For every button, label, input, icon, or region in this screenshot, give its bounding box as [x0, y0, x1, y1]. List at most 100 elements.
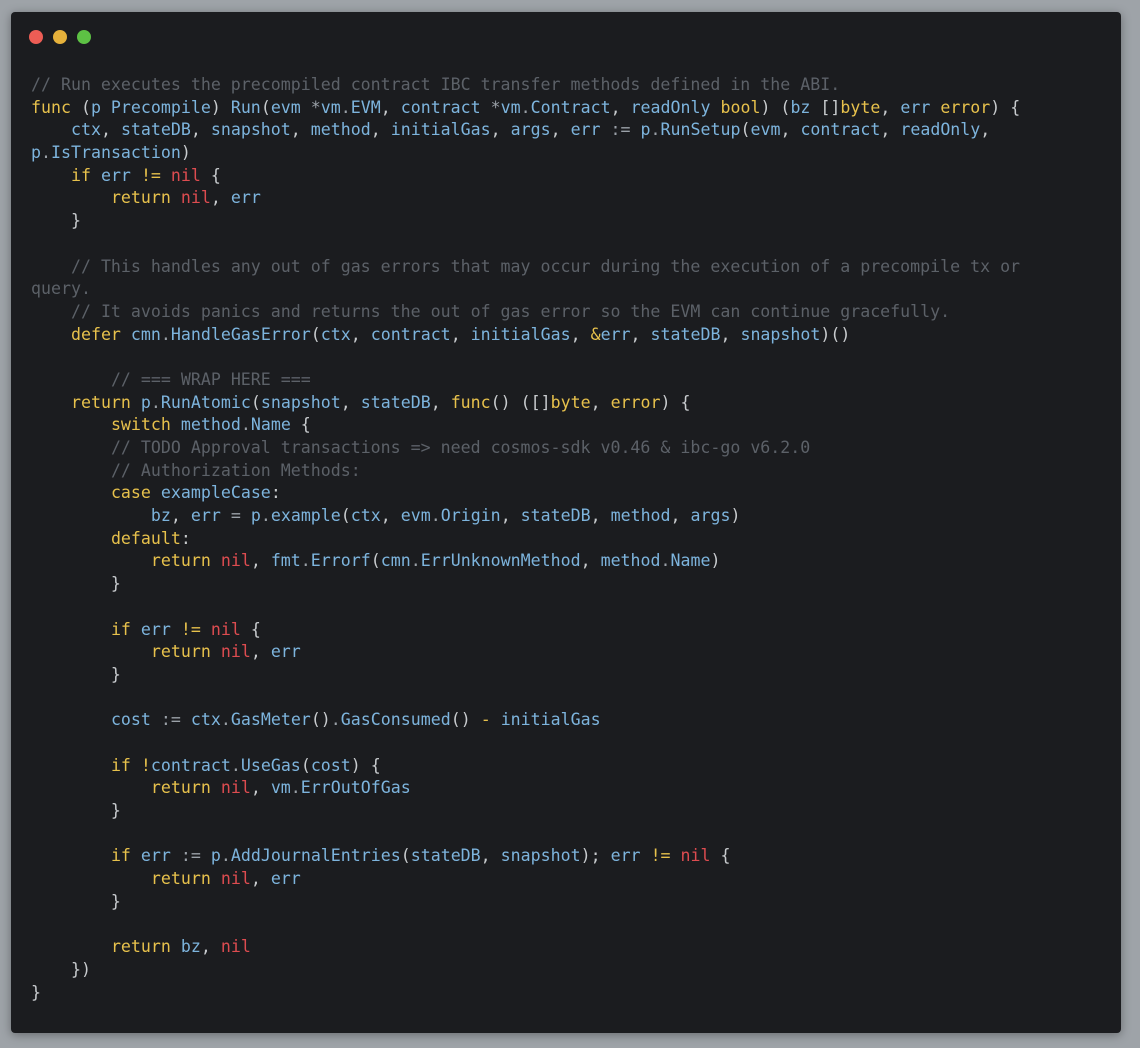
- code-token: ,: [100, 120, 121, 140]
- code-token: ,: [880, 120, 901, 140]
- code-token: args: [690, 506, 731, 526]
- code-token: Contract: [530, 97, 611, 117]
- code-token: // Run executes the precompiled contract…: [31, 75, 841, 94]
- code-token: :=: [610, 120, 631, 140]
- code-token: err: [140, 846, 171, 866]
- code-token: ctx: [320, 324, 351, 344]
- code-token: exampleCase: [160, 483, 271, 503]
- code-line: cost := ctx.GasMeter().GasConsumed() - i…: [31, 709, 1020, 732]
- code-token: {: [710, 846, 731, 866]
- code-token: stateDB: [410, 846, 481, 866]
- code-line: // Authorization Methods:: [31, 460, 1020, 483]
- code-token: return: [110, 188, 171, 208]
- code-token: stateDB: [650, 324, 721, 344]
- code-token: (: [310, 324, 321, 344]
- code-token: err: [900, 97, 941, 117]
- code-token: p: [210, 846, 221, 866]
- code-token: .: [220, 710, 231, 730]
- code-line: // === WRAP HERE ===: [31, 369, 1020, 392]
- code-token: snapshot: [740, 324, 821, 344]
- code-token: evm: [270, 97, 311, 117]
- code-token: if: [70, 165, 91, 185]
- code-token: ,: [570, 324, 591, 344]
- code-token: Errorf: [310, 551, 371, 571]
- code-token: method: [600, 551, 661, 571]
- code-token: func: [450, 392, 491, 412]
- code-line: query.: [31, 278, 1020, 301]
- code-token: ,: [490, 120, 511, 140]
- code-token: ,: [370, 120, 391, 140]
- code-line: }: [31, 573, 1020, 596]
- code-token: .: [160, 324, 171, 344]
- code-token: cost: [310, 755, 351, 775]
- code-token: ,: [480, 846, 501, 866]
- code-token: ,: [500, 506, 521, 526]
- code-token: .: [260, 506, 271, 526]
- code-token: &: [590, 324, 601, 344]
- code-token: bz: [150, 506, 171, 526]
- code-token: -: [480, 710, 491, 730]
- code-token: ErrUnknownMethod: [420, 551, 581, 571]
- code-token: default: [110, 528, 181, 548]
- code-token: if: [110, 846, 131, 866]
- code-token: // This handles any out of gas errors th…: [70, 256, 1021, 276]
- code-token: ,: [340, 392, 361, 412]
- minimize-button[interactable]: [53, 30, 67, 44]
- code-token: ): [710, 551, 721, 571]
- code-token: }: [31, 574, 121, 594]
- code-token: return: [150, 551, 211, 571]
- window-controls: [29, 30, 101, 44]
- code-line: case exampleCase:: [31, 482, 1020, 505]
- close-button[interactable]: [29, 30, 43, 44]
- zoom-button[interactable]: [77, 30, 91, 44]
- code-token: error: [610, 392, 661, 412]
- code-token: )(): [820, 324, 851, 344]
- code-token: case: [110, 483, 151, 503]
- code-token: .: [230, 755, 241, 775]
- code-token: ,: [350, 324, 371, 344]
- code-token: err: [610, 846, 641, 866]
- code-token: stateDB: [520, 506, 591, 526]
- code-block: // Run executes the precompiled contract…: [31, 74, 1020, 1004]
- code-token: ctx: [350, 506, 381, 526]
- code-token: nil: [210, 619, 241, 639]
- code-token: !=: [650, 846, 671, 866]
- code-token: bool: [720, 97, 761, 117]
- code-token: {: [290, 415, 311, 435]
- code-token: ,: [380, 506, 401, 526]
- code-token: err: [230, 188, 261, 208]
- code-token: bz: [790, 97, 821, 117]
- code-token: ,: [590, 506, 611, 526]
- code-token: Name: [250, 415, 291, 435]
- code-token: ,: [380, 97, 401, 117]
- code-line: default:: [31, 528, 1020, 551]
- code-token: }: [31, 664, 121, 684]
- code-token: // Authorization Methods:: [110, 460, 361, 480]
- code-token: []: [820, 97, 841, 117]
- code-token: ,: [980, 120, 991, 140]
- code-token: ,: [630, 324, 651, 344]
- code-token: HandleGasError: [170, 324, 311, 344]
- code-token: nil: [220, 869, 251, 889]
- code-token: snapshot: [260, 392, 341, 412]
- code-token: p: [250, 506, 261, 526]
- code-token: ,: [250, 551, 271, 571]
- code-token: ,: [190, 120, 211, 140]
- code-token: initialGas: [390, 120, 491, 140]
